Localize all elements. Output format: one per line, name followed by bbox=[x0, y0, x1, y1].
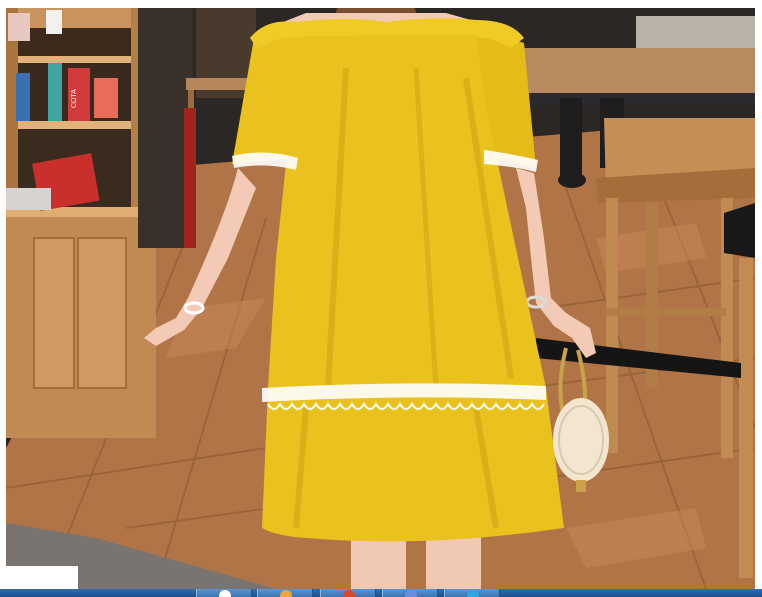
yellow-dress bbox=[232, 18, 564, 542]
bookshelf bbox=[6, 8, 156, 438]
folder-icon bbox=[280, 590, 292, 597]
globe-icon bbox=[219, 590, 231, 597]
taskbar-button-4[interactable] bbox=[382, 589, 438, 597]
taskbar-button-1[interactable] bbox=[196, 589, 252, 597]
white-overlay-box bbox=[6, 566, 78, 589]
app-icon bbox=[343, 590, 355, 597]
red-stand bbox=[184, 108, 196, 248]
taskbar-button-3[interactable] bbox=[320, 589, 376, 597]
taskbar-button-5[interactable] bbox=[444, 589, 500, 597]
photo-scene: COTA bbox=[6, 8, 755, 589]
people-icon bbox=[405, 590, 417, 597]
product-photo: COTA bbox=[6, 8, 755, 589]
taskbar bbox=[0, 589, 762, 597]
chat-icon bbox=[467, 590, 479, 597]
taskbar-button-2[interactable] bbox=[257, 589, 313, 597]
cup-label: COTA bbox=[71, 89, 78, 108]
